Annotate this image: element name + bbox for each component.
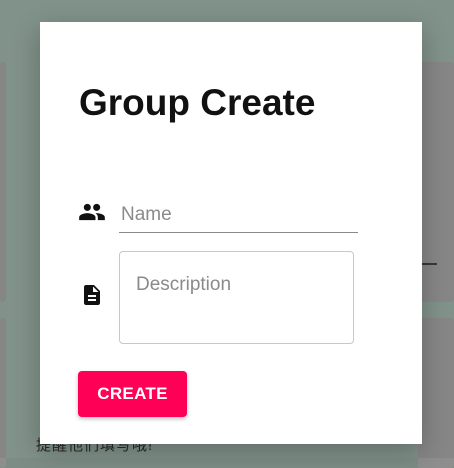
description-input[interactable] [119, 251, 354, 344]
group-icon [78, 198, 106, 226]
dialog-title: Group Create [79, 82, 316, 123]
name-input[interactable] [119, 198, 358, 233]
group-create-dialog: Group Create CREATE [40, 22, 422, 444]
create-button[interactable]: CREATE [78, 371, 187, 417]
document-icon [80, 280, 104, 310]
